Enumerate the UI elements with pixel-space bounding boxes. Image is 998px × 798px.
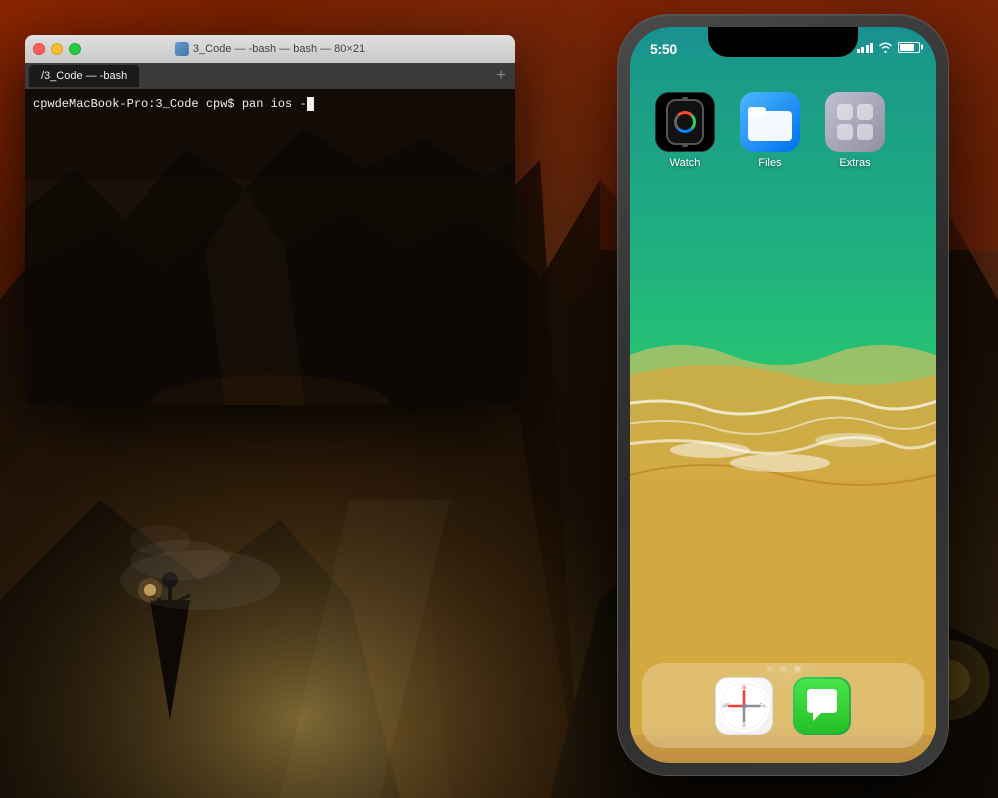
app-icon-watch-item[interactable]: Watch <box>650 92 720 169</box>
watch-app-label: Watch <box>670 157 701 169</box>
close-button[interactable] <box>33 43 45 55</box>
iphone-container: 5:50 <box>618 15 948 775</box>
terminal-prompt: cpwdeMacBook-Pro:3_Code cpw$ pan ios - <box>33 97 307 111</box>
app-icon-extras-item[interactable]: Extras <box>820 92 890 169</box>
iphone-notch <box>708 27 858 57</box>
maximize-button[interactable] <box>69 43 81 55</box>
ios-time: 5:50 <box>650 41 677 57</box>
files-folder-svg <box>748 103 792 141</box>
files-app-icon[interactable] <box>740 92 800 152</box>
files-app-label: Files <box>758 157 781 169</box>
terminal-body[interactable]: cpwdeMacBook-Pro:3_Code cpw$ pan ios - <box>25 89 515 405</box>
terminal-content: cpwdeMacBook-Pro:3_Code cpw$ pan ios - <box>33 95 507 113</box>
signal-bars-icon <box>857 42 874 53</box>
ios-status-icons <box>857 41 921 53</box>
iphone-screen[interactable]: 5:50 <box>630 27 936 763</box>
safari-icon-svg: N S E W <box>717 679 771 733</box>
terminal-bg-art <box>25 89 515 405</box>
signal-bar-2 <box>861 47 864 53</box>
watch-app-icon[interactable] <box>655 92 715 152</box>
ios-home-screen: 5:50 <box>630 27 936 763</box>
extras-app-label: Extras <box>839 157 870 169</box>
signal-bar-1 <box>857 49 860 53</box>
terminal-tab-bar: /3_Code — -bash + <box>25 63 515 89</box>
messages-dock-icon[interactable] <box>793 677 851 735</box>
terminal-title: 3_Code — -bash — bash — 80×21 <box>175 42 365 56</box>
wifi-icon <box>878 41 893 53</box>
app-icon-files-item[interactable]: Files <box>735 92 805 169</box>
terminal-folder-icon <box>175 42 189 56</box>
signal-bar-4 <box>870 43 873 53</box>
extras-app-icon[interactable] <box>825 92 885 152</box>
minimize-button[interactable] <box>51 43 63 55</box>
terminal-window[interactable]: 3_Code — -bash — bash — 80×21 /3_Code — … <box>25 35 515 405</box>
safari-dock-icon[interactable]: N S E W <box>715 677 773 735</box>
iphone-frame: 5:50 <box>618 15 948 775</box>
terminal-cursor <box>307 97 314 111</box>
add-tab-button[interactable]: + <box>491 66 511 86</box>
messages-icon-svg <box>795 679 849 733</box>
battery-fill <box>900 44 914 51</box>
watch-ring <box>674 111 696 133</box>
watch-face <box>666 99 704 145</box>
terminal-titlebar: 3_Code — -bash — bash — 80×21 <box>25 35 515 63</box>
ios-dock: N S E W <box>642 663 924 748</box>
extras-icon-svg <box>833 100 877 144</box>
battery-icon <box>898 42 920 53</box>
terminal-tab[interactable]: /3_Code — -bash <box>29 65 139 87</box>
signal-bar-3 <box>866 45 869 53</box>
ios-app-grid: Watch Files <box>630 82 936 179</box>
